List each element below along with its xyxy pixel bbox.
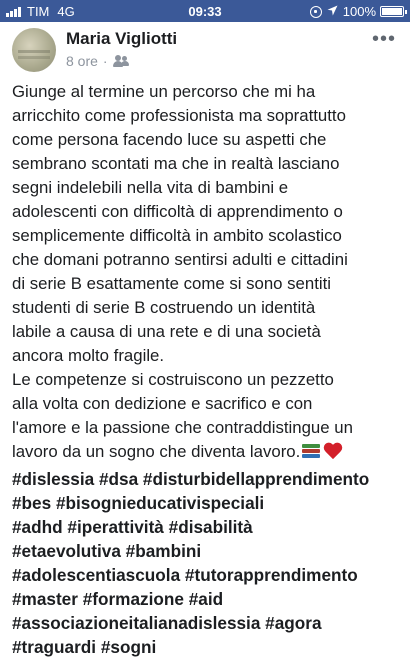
post-time[interactable]: 8 ore bbox=[66, 53, 98, 69]
books-icon bbox=[302, 444, 321, 460]
hashtag-line[interactable]: #associazioneitalianadislessia #agora bbox=[12, 611, 406, 635]
status-right: 100% bbox=[309, 4, 407, 19]
post-paragraph-1: Giunge al termine un percorso che mi ha … bbox=[12, 82, 348, 365]
post-meta: 8 ore · bbox=[66, 53, 129, 69]
hashtag-line[interactable]: #dislessia #dsa #disturbidellapprendimen… bbox=[12, 467, 406, 491]
more-options-button[interactable]: ••• bbox=[372, 28, 396, 51]
battery-icon bbox=[380, 6, 407, 17]
battery-percent: 100% bbox=[342, 4, 376, 19]
emoji-group bbox=[300, 442, 343, 467]
hashtag-line[interactable]: #adolescentiascuola #tutorapprendimento bbox=[12, 563, 406, 587]
hashtag-line[interactable]: #bes #bisognieducativispeciali bbox=[12, 491, 406, 515]
hashtag-line[interactable]: #master #formazione #aid bbox=[12, 587, 406, 611]
status-bar: TIM 4G 09:33 100% bbox=[0, 0, 410, 22]
post-paragraph-2: Le competenze si costruiscono un pezzett… bbox=[12, 368, 406, 467]
heart-icon bbox=[323, 442, 343, 460]
hashtags: #dislessia #dsa #disturbidellapprendimen… bbox=[12, 467, 406, 659]
avatar[interactable] bbox=[12, 28, 56, 72]
location-icon bbox=[327, 4, 338, 19]
hashtag-line[interactable]: #etaevolutiva #bambini bbox=[12, 539, 406, 563]
author-name[interactable]: Maria Vigliotti bbox=[66, 29, 177, 49]
meta-separator: · bbox=[102, 53, 108, 69]
hashtag-line[interactable]: #adhd #iperattività #disabilità bbox=[12, 515, 406, 539]
friends-icon[interactable] bbox=[112, 55, 129, 67]
post-body: Giunge al termine un percorso che mi ha … bbox=[12, 80, 406, 659]
post-header: Maria Vigliotti 8 ore · ••• bbox=[0, 22, 410, 78]
rotation-lock-icon bbox=[309, 5, 322, 18]
hashtag-line[interactable]: #traguardi #sogni bbox=[12, 635, 406, 659]
